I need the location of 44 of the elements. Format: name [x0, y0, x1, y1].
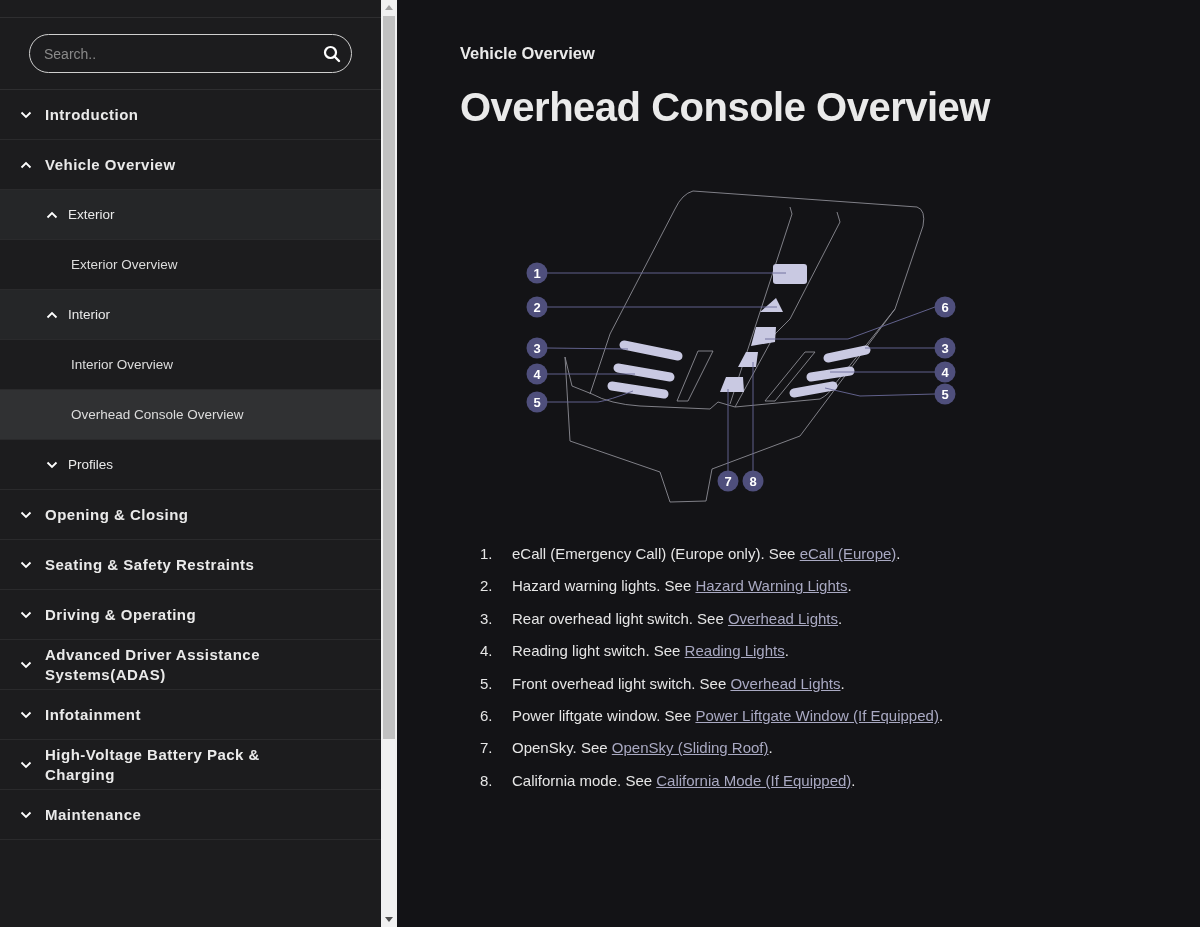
- list-item-text: OpenSky. See OpenSky (Sliding Roof).: [512, 738, 773, 759]
- page-title: Overhead Console Overview: [460, 85, 992, 130]
- search-field[interactable]: Search..: [29, 34, 352, 73]
- nav-item[interactable]: Exterior: [0, 190, 381, 240]
- list-number: 1.: [480, 544, 494, 564]
- leader-line: [864, 347, 936, 349]
- callout-badge: 5: [526, 391, 548, 413]
- link[interactable]: OpenSky (Sliding Roof): [611, 739, 769, 757]
- scrollbar[interactable]: [381, 0, 397, 927]
- list-item-text: Rear overhead light switch. See Overhead Lights.: [512, 608, 843, 629]
- list-item-text: California mode. See California Mode (If Equipped).: [512, 770, 856, 791]
- nav-item[interactable]: Overhead Console Overview: [0, 390, 381, 440]
- list-item-text: Power liftgate window. See Power Liftgate Window (If Equipped).: [512, 705, 944, 726]
- list-item-text: Hazard warning lights. See Hazard Warning Lights.: [512, 576, 852, 597]
- callout-badge: 3: [934, 337, 956, 359]
- list-number: 3.: [480, 608, 494, 629]
- list-item-text: Reading light switch. See Reading Lights.: [512, 641, 789, 662]
- list-number: 4.: [480, 641, 494, 662]
- callout-badge: 5: [934, 383, 956, 405]
- breadcrumb: Vehicle Overview: [460, 44, 596, 63]
- list-number: 7.: [480, 738, 494, 759]
- callout-badge: 3: [526, 337, 548, 359]
- search-icon[interactable]: [323, 45, 341, 63]
- scroll-up-arrow-icon[interactable]: [385, 5, 393, 10]
- list-number: 5.: [480, 673, 494, 694]
- list-number: 8.: [480, 770, 494, 791]
- scrollbar-thumb[interactable]: [383, 16, 395, 739]
- list-number: 2.: [480, 576, 494, 597]
- list-item-text: eCall (Emergency Call) (Europe only). See eCall (Europe).: [512, 544, 901, 564]
- list-number: 6.: [480, 705, 494, 726]
- callout-badge: 6: [934, 296, 956, 318]
- link[interactable]: Reading Lights: [684, 642, 785, 660]
- callout-badge: 7: [717, 470, 739, 492]
- nav-item[interactable]: Interior: [0, 290, 381, 340]
- callout-badge: 4: [934, 361, 956, 383]
- callout-badge: 2: [526, 296, 548, 318]
- scroll-down-arrow-icon[interactable]: [385, 917, 393, 922]
- callout-badge: 4: [526, 363, 548, 385]
- link[interactable]: Overhead Lights: [730, 674, 841, 692]
- link[interactable]: Hazard Warning Lights: [695, 577, 848, 595]
- callout-badge: 1: [526, 262, 548, 284]
- callout-badge: 8: [742, 470, 764, 492]
- list-item-text: Front overhead light switch. See Overhead Lights.: [512, 673, 845, 694]
- link[interactable]: Power Liftgate Window (If Equipped): [695, 706, 939, 724]
